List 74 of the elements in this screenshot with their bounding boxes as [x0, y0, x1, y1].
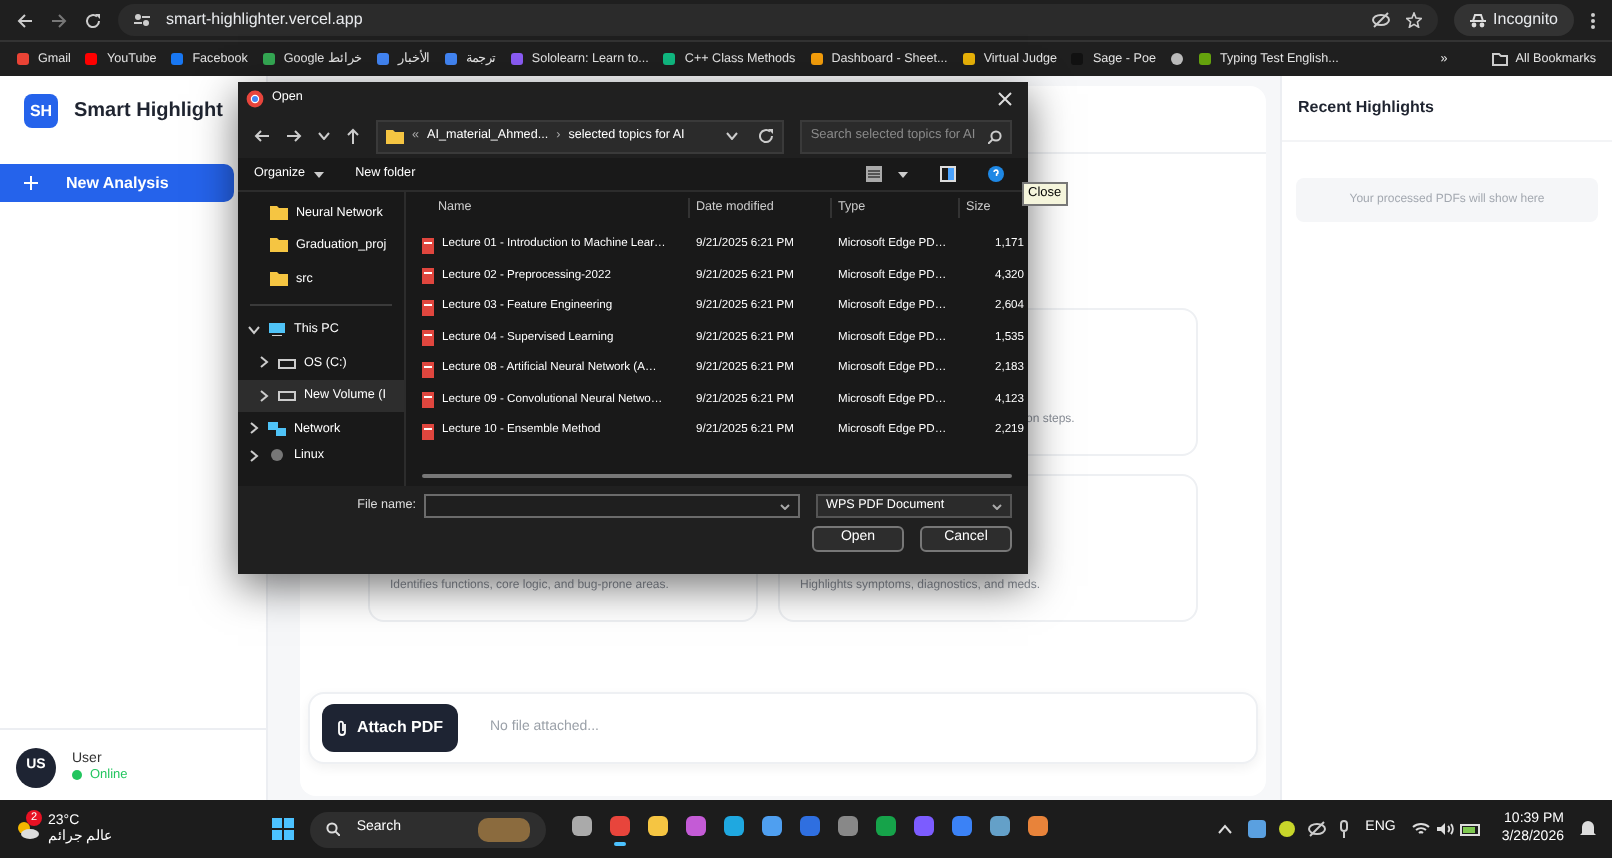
help-icon[interactable] — [988, 166, 1004, 182]
favicon-icon — [509, 52, 524, 66]
caret-icon — [313, 171, 324, 177]
pc-icon — [268, 322, 286, 337]
panel-title: Recent Highlights — [1298, 96, 1435, 120]
eye-off-icon[interactable] — [1371, 12, 1390, 28]
preview-pane-icon[interactable] — [940, 166, 956, 182]
favicon-icon — [16, 52, 30, 66]
star-icon[interactable] — [1405, 12, 1422, 28]
volume-icon[interactable] — [1435, 822, 1454, 836]
dropdown-caret-icon[interactable] — [726, 132, 739, 140]
wifi-icon[interactable] — [1411, 822, 1430, 836]
pdf-file-icon — [422, 330, 434, 347]
pdf-file-icon — [422, 423, 434, 440]
search-highlight-picture — [478, 817, 531, 841]
dropdown-caret-icon — [780, 503, 790, 509]
reload-icon[interactable] — [84, 11, 102, 29]
scrollbar[interactable] — [422, 474, 1012, 478]
address-bar[interactable]: smart-highlighter.vercel.app — [118, 4, 1438, 36]
caret-icon[interactable] — [898, 171, 908, 177]
pdf-file-icon — [422, 392, 434, 409]
favicon-icon — [170, 52, 185, 66]
pdf-file-icon — [422, 237, 434, 254]
chevron-right-icon[interactable] — [258, 389, 270, 402]
app-logo: SH — [24, 94, 58, 128]
menu-icon[interactable] — [1590, 11, 1596, 29]
favicon-icon — [1197, 52, 1212, 66]
battery-icon[interactable] — [1459, 823, 1482, 835]
search-icon — [988, 129, 1002, 143]
favicon-icon — [261, 52, 276, 66]
incognito-badge[interactable]: Incognito — [1453, 4, 1574, 36]
plus-icon — [24, 176, 38, 190]
chevron-right-icon[interactable] — [258, 356, 270, 369]
pdf-file-icon — [422, 268, 434, 285]
favicon-icon — [443, 52, 458, 66]
chevron-down-icon[interactable] — [248, 323, 260, 336]
app-name: Smart Highlight — [74, 98, 223, 126]
folder-icon — [386, 129, 404, 143]
globe-icon[interactable] — [1169, 52, 1184, 66]
folder-icon — [1491, 52, 1508, 66]
chevron-up-icon[interactable] — [1217, 824, 1232, 834]
chevron-right-icon[interactable] — [248, 422, 260, 435]
favicon-icon — [84, 52, 99, 66]
site-settings-icon[interactable] — [134, 12, 150, 28]
windows-start-icon[interactable] — [272, 818, 295, 840]
favicon-icon — [375, 52, 390, 66]
incognito-icon — [1469, 13, 1486, 27]
url-text: smart-highlighter.vercel.app — [166, 8, 363, 32]
profile-name: Incognito — [1493, 8, 1558, 32]
pdf-file-icon — [422, 299, 434, 316]
favicon-icon — [809, 52, 824, 66]
up-arrow-icon[interactable] — [346, 128, 360, 144]
favicon-icon — [961, 52, 976, 66]
refresh-icon[interactable] — [758, 128, 775, 144]
paperclip-icon — [336, 720, 349, 736]
attach-pdf-button[interactable]: Attach PDF — [322, 704, 458, 752]
notifications-icon[interactable] — [1580, 820, 1596, 838]
back-icon[interactable] — [16, 11, 34, 29]
network-icon — [268, 421, 286, 436]
favicon-icon — [662, 52, 677, 66]
pdf-file-icon — [422, 361, 434, 378]
close-icon[interactable] — [998, 91, 1012, 105]
file-name-field[interactable] — [424, 494, 800, 518]
chevron-right-icon[interactable] — [248, 449, 260, 461]
dropdown-caret-icon — [992, 503, 1002, 509]
chrome-icon — [246, 89, 264, 107]
microphone-icon[interactable] — [1337, 820, 1350, 838]
forward-icon[interactable] — [286, 128, 302, 144]
back-icon[interactable] — [254, 128, 270, 144]
view-options-icon[interactable] — [866, 166, 882, 182]
tray-app-icon[interactable] — [1307, 820, 1326, 838]
dropdown-caret-icon[interactable] — [318, 132, 330, 140]
search-icon — [326, 822, 341, 836]
new-analysis-button[interactable]: New Analysis — [0, 164, 234, 202]
